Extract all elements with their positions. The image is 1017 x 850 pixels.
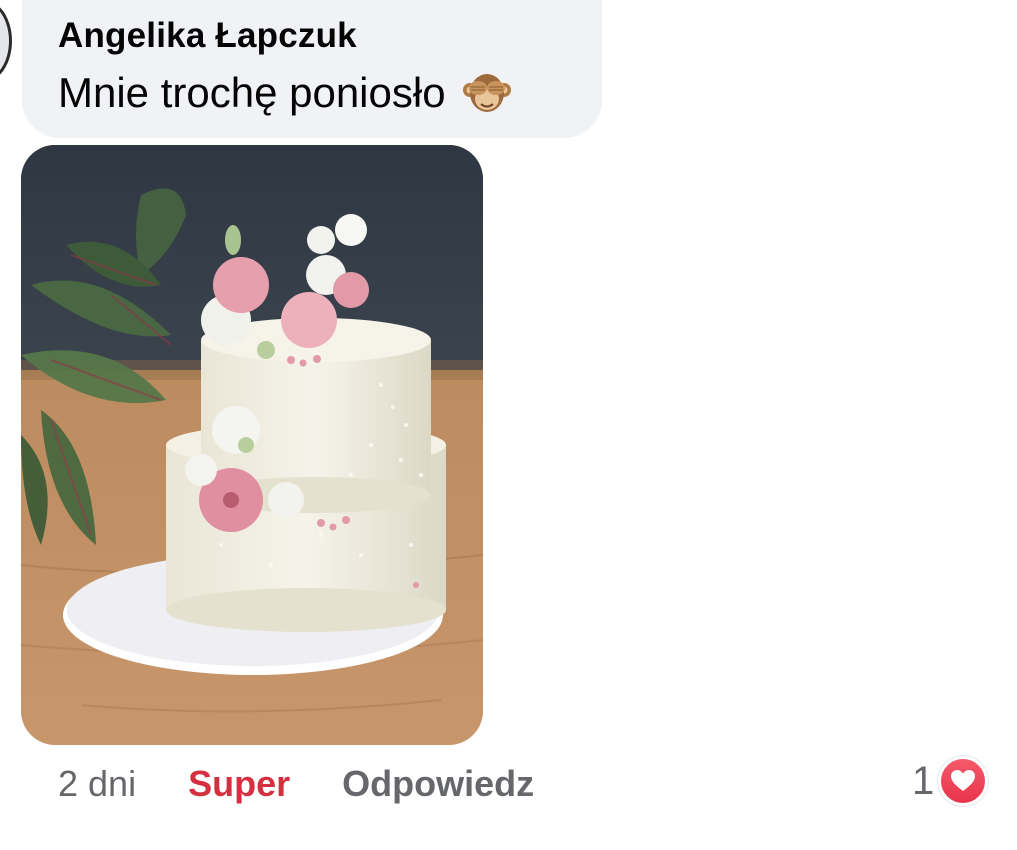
comment-text-row: Mnie trochę poniosło (58, 66, 602, 120)
heart-icon (938, 756, 989, 806)
comment-bubble: Angelika Łapczuk Mnie trochę poniosło (22, 0, 602, 138)
author-avatar[interactable] (0, 0, 12, 82)
comment-text: Mnie trochę poniosło (58, 69, 446, 116)
two-tier-wedding-cake-photo (21, 145, 483, 745)
see-no-evil-monkey-icon (462, 68, 512, 118)
comment-photo-attachment[interactable] (21, 145, 483, 745)
comment-timestamp[interactable]: 2 dni (58, 763, 136, 805)
comment-author-name[interactable]: Angelika Łapczuk (58, 16, 602, 56)
reaction-summary[interactable]: 1 (912, 756, 989, 806)
reply-button[interactable]: Odpowiedz (342, 763, 534, 805)
reaction-button[interactable]: Super (188, 763, 290, 805)
reaction-count: 1 (912, 758, 935, 803)
comment-actions-bar: 2 dni Super Odpowiedz (58, 762, 534, 806)
